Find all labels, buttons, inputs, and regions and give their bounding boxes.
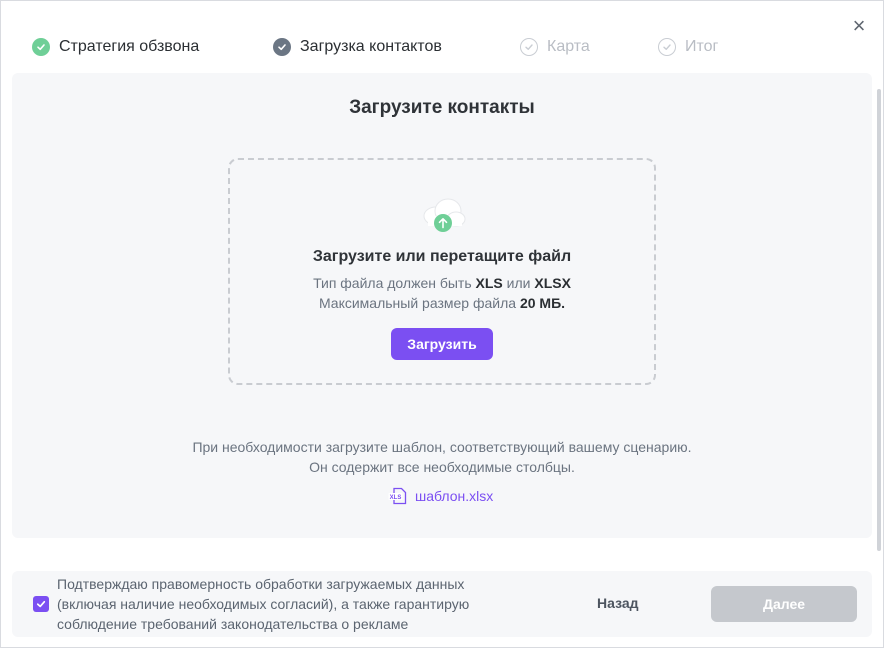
template-hint: При необходимости загрузите шаблон, соот… xyxy=(192,439,692,455)
upload-panel: Загрузите контакты Загрузите или перетащ… xyxy=(12,73,872,538)
scrollbar[interactable] xyxy=(877,89,881,551)
step-map: Карта xyxy=(520,38,658,56)
consent-checkbox[interactable] xyxy=(33,596,49,612)
svg-text:XLS: XLS xyxy=(390,495,402,501)
step-label: Стратегия обзвона xyxy=(59,38,200,55)
checkmark-icon xyxy=(36,600,46,608)
check-circle-icon xyxy=(273,38,291,56)
step-upload-contacts[interactable]: Загрузка контактов xyxy=(273,38,520,56)
template-download-link[interactable]: XLS шаблон.xlsx xyxy=(388,487,493,505)
next-button[interactable]: Далее xyxy=(711,586,857,622)
consent-text: Подтверждаю правомерность обработки загр… xyxy=(57,576,470,632)
page-title: Загрузите контакты xyxy=(349,97,535,118)
step-strategy[interactable]: Стратегия обзвона xyxy=(32,38,273,56)
template-file-name: шаблон.xlsx xyxy=(415,488,494,504)
modal-footer: Подтверждаю правомерность обработки загр… xyxy=(12,571,872,637)
check-circle-outline-icon xyxy=(520,38,538,56)
back-button[interactable]: Назад xyxy=(597,595,639,611)
dropzone-title: Загрузите или перетащите файл xyxy=(312,248,572,265)
stepper: Стратегия обзвона Загрузка контактов Кар… xyxy=(32,37,718,57)
step-label: Загрузка контактов xyxy=(300,38,442,55)
step-label: Итог xyxy=(685,38,719,55)
step-result: Итог xyxy=(658,38,718,56)
upload-button[interactable]: Загрузить xyxy=(391,328,493,360)
file-type-hint: Тип файла должен быть XLS или XLSX xyxy=(313,275,571,291)
step-label: Карта xyxy=(547,38,590,55)
file-dropzone[interactable]: Загрузите или перетащите файл Тип файла … xyxy=(228,158,656,385)
template-hint-columns: Он содержит все необходимые столбцы. xyxy=(309,459,575,475)
cloud-upload-icon xyxy=(423,198,466,232)
close-icon[interactable]: × xyxy=(851,15,867,37)
check-circle-outline-icon xyxy=(658,38,676,56)
file-size-hint: Максимальный размер файла 20 МБ. xyxy=(318,295,566,311)
upload-contacts-modal: × Стратегия обзвона Загрузка контактов К… xyxy=(0,0,884,648)
check-circle-icon xyxy=(32,38,50,56)
xls-file-icon: XLS xyxy=(388,487,407,505)
